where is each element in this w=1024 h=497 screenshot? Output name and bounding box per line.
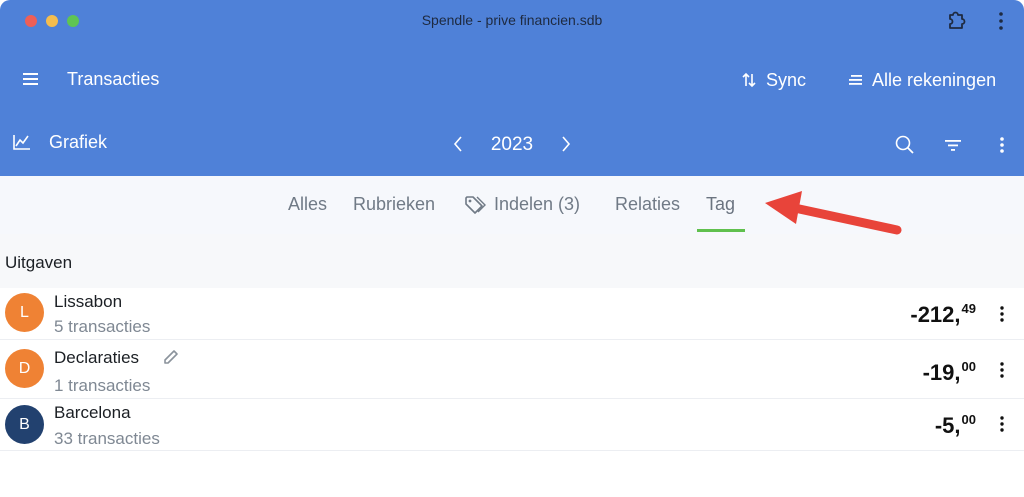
chart-button[interactable]: Grafiek (12, 130, 107, 154)
amount-integer: -212, (910, 302, 961, 327)
tab-rubrieken[interactable]: Rubrieken (353, 194, 435, 215)
avatar: B (5, 405, 44, 444)
filter-icon[interactable] (942, 134, 964, 156)
row-more-icon[interactable] (995, 414, 1009, 434)
item-name: Declaraties (54, 348, 140, 367)
item-name: Lissabon (54, 292, 123, 311)
accounts-button[interactable]: Alle rekeningen (848, 68, 996, 92)
item-subtitle: 33 transacties (54, 429, 160, 448)
tab-alles[interactable]: Alles (288, 194, 327, 215)
item-amount: -212,49 (910, 301, 976, 328)
tab-indelen-label: Indelen (3) (494, 194, 581, 214)
extension-icon[interactable] (946, 9, 968, 31)
avatar: L (5, 293, 44, 332)
tab-bar: Alles Rubrieken Indelen (3) Relaties Tag (0, 176, 1024, 235)
chart-icon (13, 135, 30, 150)
list-icon (849, 75, 862, 85)
list-item[interactable]: L Lissabon 5 transacties -212,49 (0, 288, 1024, 340)
app-window: Spendle - prive financien.sdb Transactie… (0, 0, 1024, 497)
row-more-icon[interactable] (995, 360, 1009, 380)
hamburger-menu-icon[interactable] (21, 69, 41, 89)
item-name: Barcelona (54, 403, 131, 422)
avatar: D (5, 349, 44, 388)
window-title: Spendle - prive financien.sdb (421, 12, 603, 28)
tab-indelen[interactable]: Indelen (3) (464, 194, 580, 215)
row-more-icon[interactable] (995, 304, 1009, 324)
amount-decimals: 00 (961, 412, 976, 427)
list-item[interactable]: D Declaraties 1 transacties -19,00 (0, 340, 1024, 399)
amount-integer: -19, (922, 360, 961, 385)
tag-icon (465, 195, 486, 214)
sync-label: Sync (766, 69, 807, 90)
amount-integer: -5, (934, 413, 961, 438)
item-amount: -19,00 (923, 359, 976, 386)
item-subtitle: 1 transacties (54, 376, 151, 395)
chart-label: Grafiek (49, 131, 108, 152)
amount-decimals: 00 (961, 359, 976, 374)
pencil-icon[interactable] (162, 348, 180, 366)
item-amount: -5,00 (935, 412, 976, 439)
selected-tab-indicator (697, 229, 745, 232)
tab-relaties[interactable]: Relaties (615, 194, 680, 215)
more-options-icon[interactable] (994, 134, 1010, 156)
sync-icon (742, 72, 756, 88)
sync-button[interactable]: Sync (742, 68, 806, 92)
window-more-icon[interactable] (993, 10, 1009, 32)
next-year-icon[interactable] (556, 134, 576, 154)
section-header: Uitgaven (0, 234, 1024, 289)
page-title: Transacties (67, 69, 160, 89)
tab-tag[interactable]: Tag (706, 194, 735, 215)
section-title: Uitgaven (5, 253, 73, 272)
app-header: Spendle - prive financien.sdb Transactie… (0, 0, 1024, 176)
year-label: 2023 (490, 134, 534, 155)
item-subtitle: 5 transacties (54, 317, 151, 336)
accounts-label: Alle rekeningen (872, 69, 997, 90)
list-item[interactable]: B Barcelona 33 transacties -5,00 (0, 399, 1024, 451)
previous-year-icon[interactable] (448, 134, 468, 154)
search-icon[interactable] (894, 134, 916, 156)
amount-decimals: 49 (961, 301, 976, 316)
